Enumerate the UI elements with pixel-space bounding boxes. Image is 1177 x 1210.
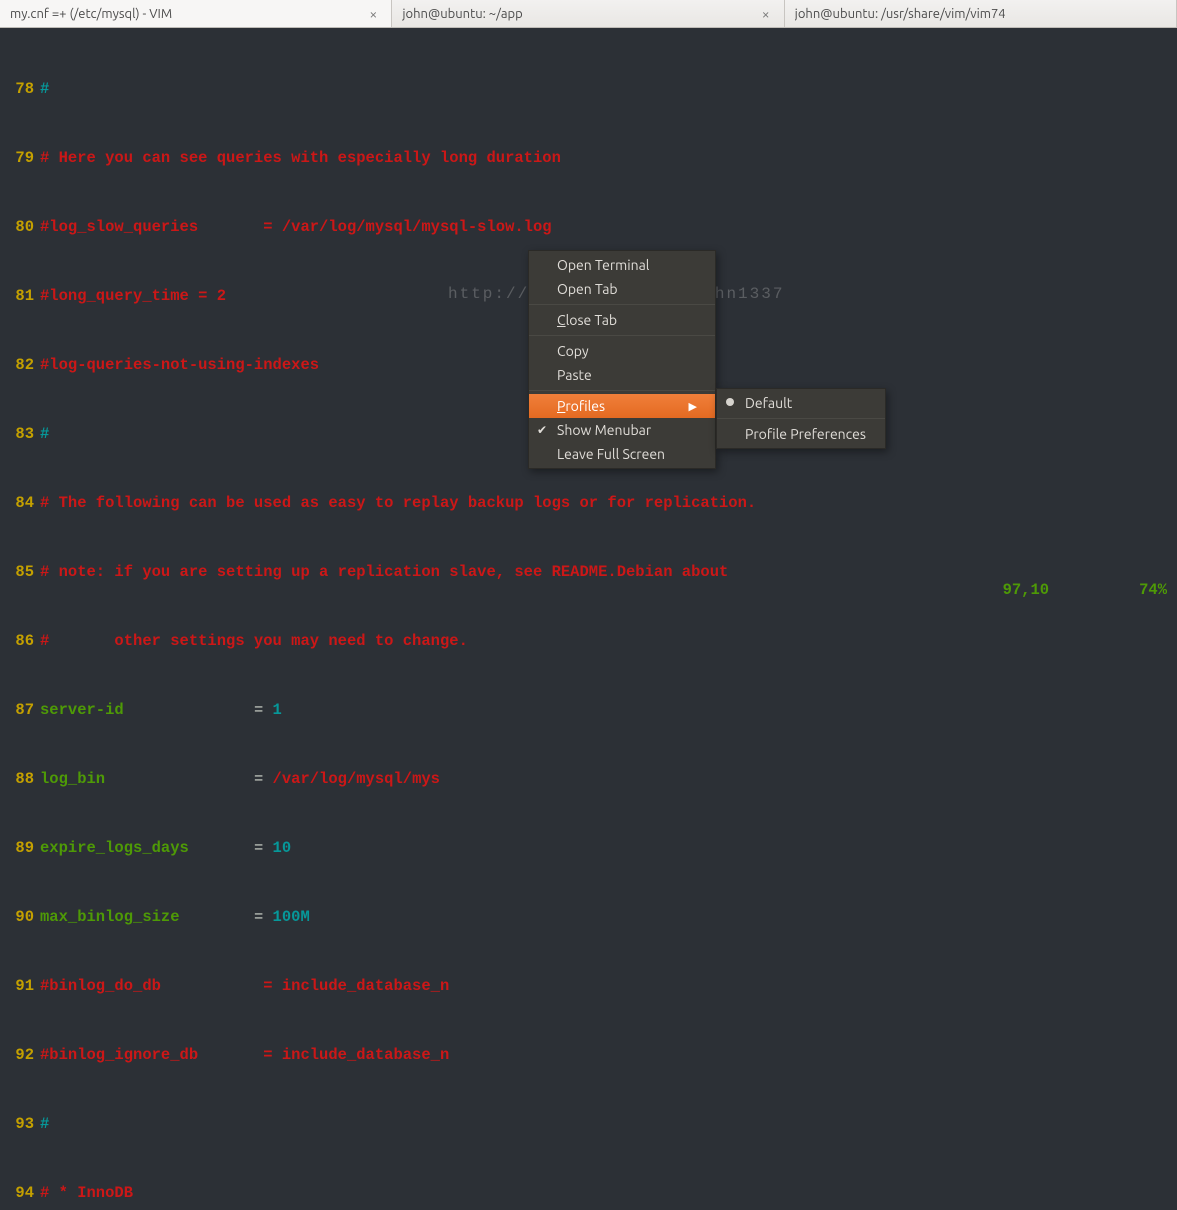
code-key: server-id (40, 701, 254, 719)
line-number: 78 (0, 78, 40, 101)
code-text: # other settings you may need to change. (40, 630, 468, 653)
code-text: # note: if you are setting up a replicat… (40, 561, 728, 584)
menu-label: Show Menubar (557, 422, 651, 438)
close-icon[interactable]: × (758, 6, 774, 22)
line-number: 79 (0, 147, 40, 170)
code-eq: = (254, 701, 273, 719)
code-text: # The following can be used as easy to r… (40, 492, 756, 515)
submenu-default[interactable]: Default (717, 391, 885, 415)
line-number: 84 (0, 492, 40, 515)
menu-open-terminal[interactable]: Open Terminal (529, 253, 715, 277)
line-number: 92 (0, 1044, 40, 1067)
line-number: 87 (0, 699, 40, 722)
code-text: #binlog_do_db = include_database_n (40, 975, 449, 998)
code-text: #log-queries-not-using-indexes (40, 354, 319, 377)
code-val: 1 (273, 701, 282, 719)
submenu-accel: o (759, 426, 767, 442)
chevron-right-icon: ▶ (689, 400, 697, 413)
line-number: 85 (0, 561, 40, 584)
tab-label: my.cnf =+ (/etc/mysql) - VIM (10, 7, 365, 21)
submenu-profile-preferences[interactable]: Profile Preferences (717, 422, 885, 446)
menu-paste[interactable]: Paste (529, 363, 715, 387)
context-menu: Open Terminal Open Tab Close Tab Copy Pa… (528, 250, 716, 469)
code-val: 100M (273, 908, 310, 926)
code-eq: = (254, 839, 273, 857)
code-val: /var/log/mysql/mys (273, 770, 440, 788)
scroll-percent: 74% (1139, 581, 1167, 599)
menu-copy[interactable]: Copy (529, 339, 715, 363)
vim-status-bar: 97,10 74% (1003, 581, 1167, 599)
line-number: 88 (0, 768, 40, 791)
code-text: # Here you can see queries with especial… (40, 147, 561, 170)
menu-label: Open Tab (557, 281, 618, 297)
code-key: max_binlog_size (40, 908, 254, 926)
code-text: #long_query_time = 2 (40, 285, 226, 308)
menu-separator (717, 418, 885, 419)
menu-close-tab[interactable]: Close Tab (529, 308, 715, 332)
menu-label: Leave Full Screen (557, 446, 665, 462)
code-eq: = (254, 908, 273, 926)
code-key: expire_logs_days (40, 839, 254, 857)
cursor-position: 97,10 (1003, 581, 1050, 599)
line-number: 91 (0, 975, 40, 998)
code-eq: = (254, 770, 273, 788)
code-text: # * InnoDB (40, 1182, 133, 1205)
line-number: 94 (0, 1182, 40, 1205)
editor-area[interactable]: 78# 79# Here you can see queries with es… (0, 28, 1177, 1210)
close-icon[interactable]: × (365, 6, 381, 22)
tab-label: john@ubuntu: ~/app (402, 7, 757, 21)
check-icon: ✔ (537, 423, 547, 437)
menu-label: Paste (557, 367, 592, 383)
line-number: 89 (0, 837, 40, 860)
tab-vim[interactable]: my.cnf =+ (/etc/mysql) - VIM × (0, 0, 392, 27)
line-number: 86 (0, 630, 40, 653)
line-number: 82 (0, 354, 40, 377)
menu-leave-fullscreen[interactable]: Leave Full Screen (529, 442, 715, 466)
menu-separator (529, 304, 715, 305)
menu-accel: C (557, 312, 566, 328)
tab-label: john@ubuntu: /usr/share/vim/vim74 (795, 7, 1166, 21)
menu-separator (529, 390, 715, 391)
menu-label: rofiles (565, 398, 605, 414)
menu-separator (529, 335, 715, 336)
code-text: # (40, 423, 49, 446)
menu-show-menubar[interactable]: ✔ Show Menubar (529, 418, 715, 442)
menu-label: lose Tab (566, 312, 618, 328)
submenu-label: file Preferences (767, 426, 866, 442)
tab-app[interactable]: john@ubuntu: ~/app × (392, 0, 784, 27)
menu-label: Copy (557, 343, 589, 359)
line-number: 90 (0, 906, 40, 929)
line-number: 80 (0, 216, 40, 239)
submenu-label: Pr (745, 426, 759, 442)
code-val: 10 (273, 839, 292, 857)
code-text: #binlog_ignore_db = include_database_n (40, 1044, 449, 1067)
code-text: # (40, 78, 49, 101)
tab-bar: my.cnf =+ (/etc/mysql) - VIM × john@ubun… (0, 0, 1177, 28)
radio-icon (726, 398, 734, 406)
code-text: # (40, 1113, 49, 1136)
code-text: #log_slow_queries = /var/log/mysql/mysql… (40, 216, 552, 239)
menu-label: Open Terminal (557, 257, 649, 273)
code-key: log_bin (40, 770, 254, 788)
line-number: 83 (0, 423, 40, 446)
submenu-label: Default (745, 395, 792, 411)
line-number: 81 (0, 285, 40, 308)
profiles-submenu: Default Profile Preferences (716, 388, 886, 449)
menu-profiles[interactable]: Profiles ▶ (529, 394, 715, 418)
line-number: 93 (0, 1113, 40, 1136)
menu-open-tab[interactable]: Open Tab (529, 277, 715, 301)
tab-vim74[interactable]: john@ubuntu: /usr/share/vim/vim74 (785, 0, 1177, 27)
